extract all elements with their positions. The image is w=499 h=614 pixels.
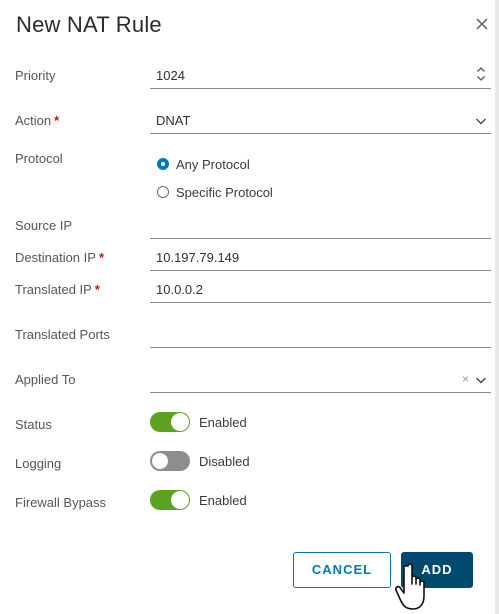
source-ip-label: Source IP: [15, 218, 73, 233]
destination-ip-value: 10.197.79.149: [156, 250, 240, 265]
toggle-knob: [171, 413, 189, 431]
translated-ip-value: 10.0.0.2: [156, 282, 203, 297]
toggle-switch-off[interactable]: [150, 451, 190, 471]
toggle-knob: [151, 452, 169, 470]
close-icon[interactable]: [476, 18, 496, 38]
firewall-bypass-state-label: Enabled: [199, 492, 247, 508]
chevron-down-icon[interactable]: [475, 373, 487, 391]
dialog-title: New NAT Rule: [16, 12, 162, 37]
applied-to-label: Applied To: [15, 372, 76, 387]
required-marker: *: [94, 282, 100, 297]
priority-label: Priority: [15, 68, 56, 83]
add-button[interactable]: ADD: [401, 552, 473, 588]
required-marker: *: [98, 250, 104, 265]
priority-value: 1024: [156, 68, 185, 83]
logging-label: Logging: [15, 456, 62, 471]
required-marker: *: [54, 113, 60, 128]
toggle-switch-on[interactable]: [150, 490, 190, 510]
logging-toggle[interactable]: Disabled: [150, 451, 250, 471]
radio-selected-icon: [157, 158, 169, 170]
destination-ip-input[interactable]: 10.197.79.149: [150, 245, 491, 271]
translated-ports-input[interactable]: [150, 322, 491, 348]
translated-ip-input[interactable]: 10.0.0.2: [150, 277, 491, 303]
source-ip-input[interactable]: [150, 213, 491, 239]
radio-any-protocol[interactable]: Any Protocol: [157, 155, 250, 173]
status-toggle[interactable]: Enabled: [150, 412, 247, 432]
protocol-label: Protocol: [15, 151, 63, 166]
status-state-label: Enabled: [199, 414, 247, 430]
logging-state-label: Disabled: [199, 453, 250, 469]
stepper-icon[interactable]: [476, 65, 486, 88]
radio-label: Any Protocol: [176, 156, 250, 172]
firewall-bypass-label: Firewall Bypass: [15, 495, 107, 510]
translated-ports-label: Translated Ports: [15, 327, 110, 342]
destination-ip-label: Destination IP *: [15, 250, 104, 265]
toggle-knob: [171, 491, 189, 509]
radio-label: Specific Protocol: [176, 184, 273, 200]
status-label: Status: [15, 417, 52, 432]
applied-to-select[interactable]: ×: [150, 367, 491, 393]
radio-specific-protocol[interactable]: Specific Protocol: [157, 183, 273, 201]
firewall-bypass-toggle[interactable]: Enabled: [150, 490, 247, 510]
action-select[interactable]: DNAT: [150, 108, 491, 134]
radio-unselected-icon: [157, 186, 169, 198]
translated-ip-label: Translated IP *: [15, 282, 100, 297]
priority-field[interactable]: 1024: [150, 63, 491, 89]
action-label: Action *: [15, 113, 60, 128]
chevron-down-icon: [475, 114, 487, 132]
new-nat-rule-dialog: New NAT Rule Priority 1024 Action * DNAT …: [0, 0, 499, 614]
action-value: DNAT: [156, 113, 191, 128]
toggle-switch-on[interactable]: [150, 412, 190, 432]
clear-icon[interactable]: ×: [462, 372, 469, 386]
cancel-button[interactable]: CANCEL: [293, 552, 391, 588]
